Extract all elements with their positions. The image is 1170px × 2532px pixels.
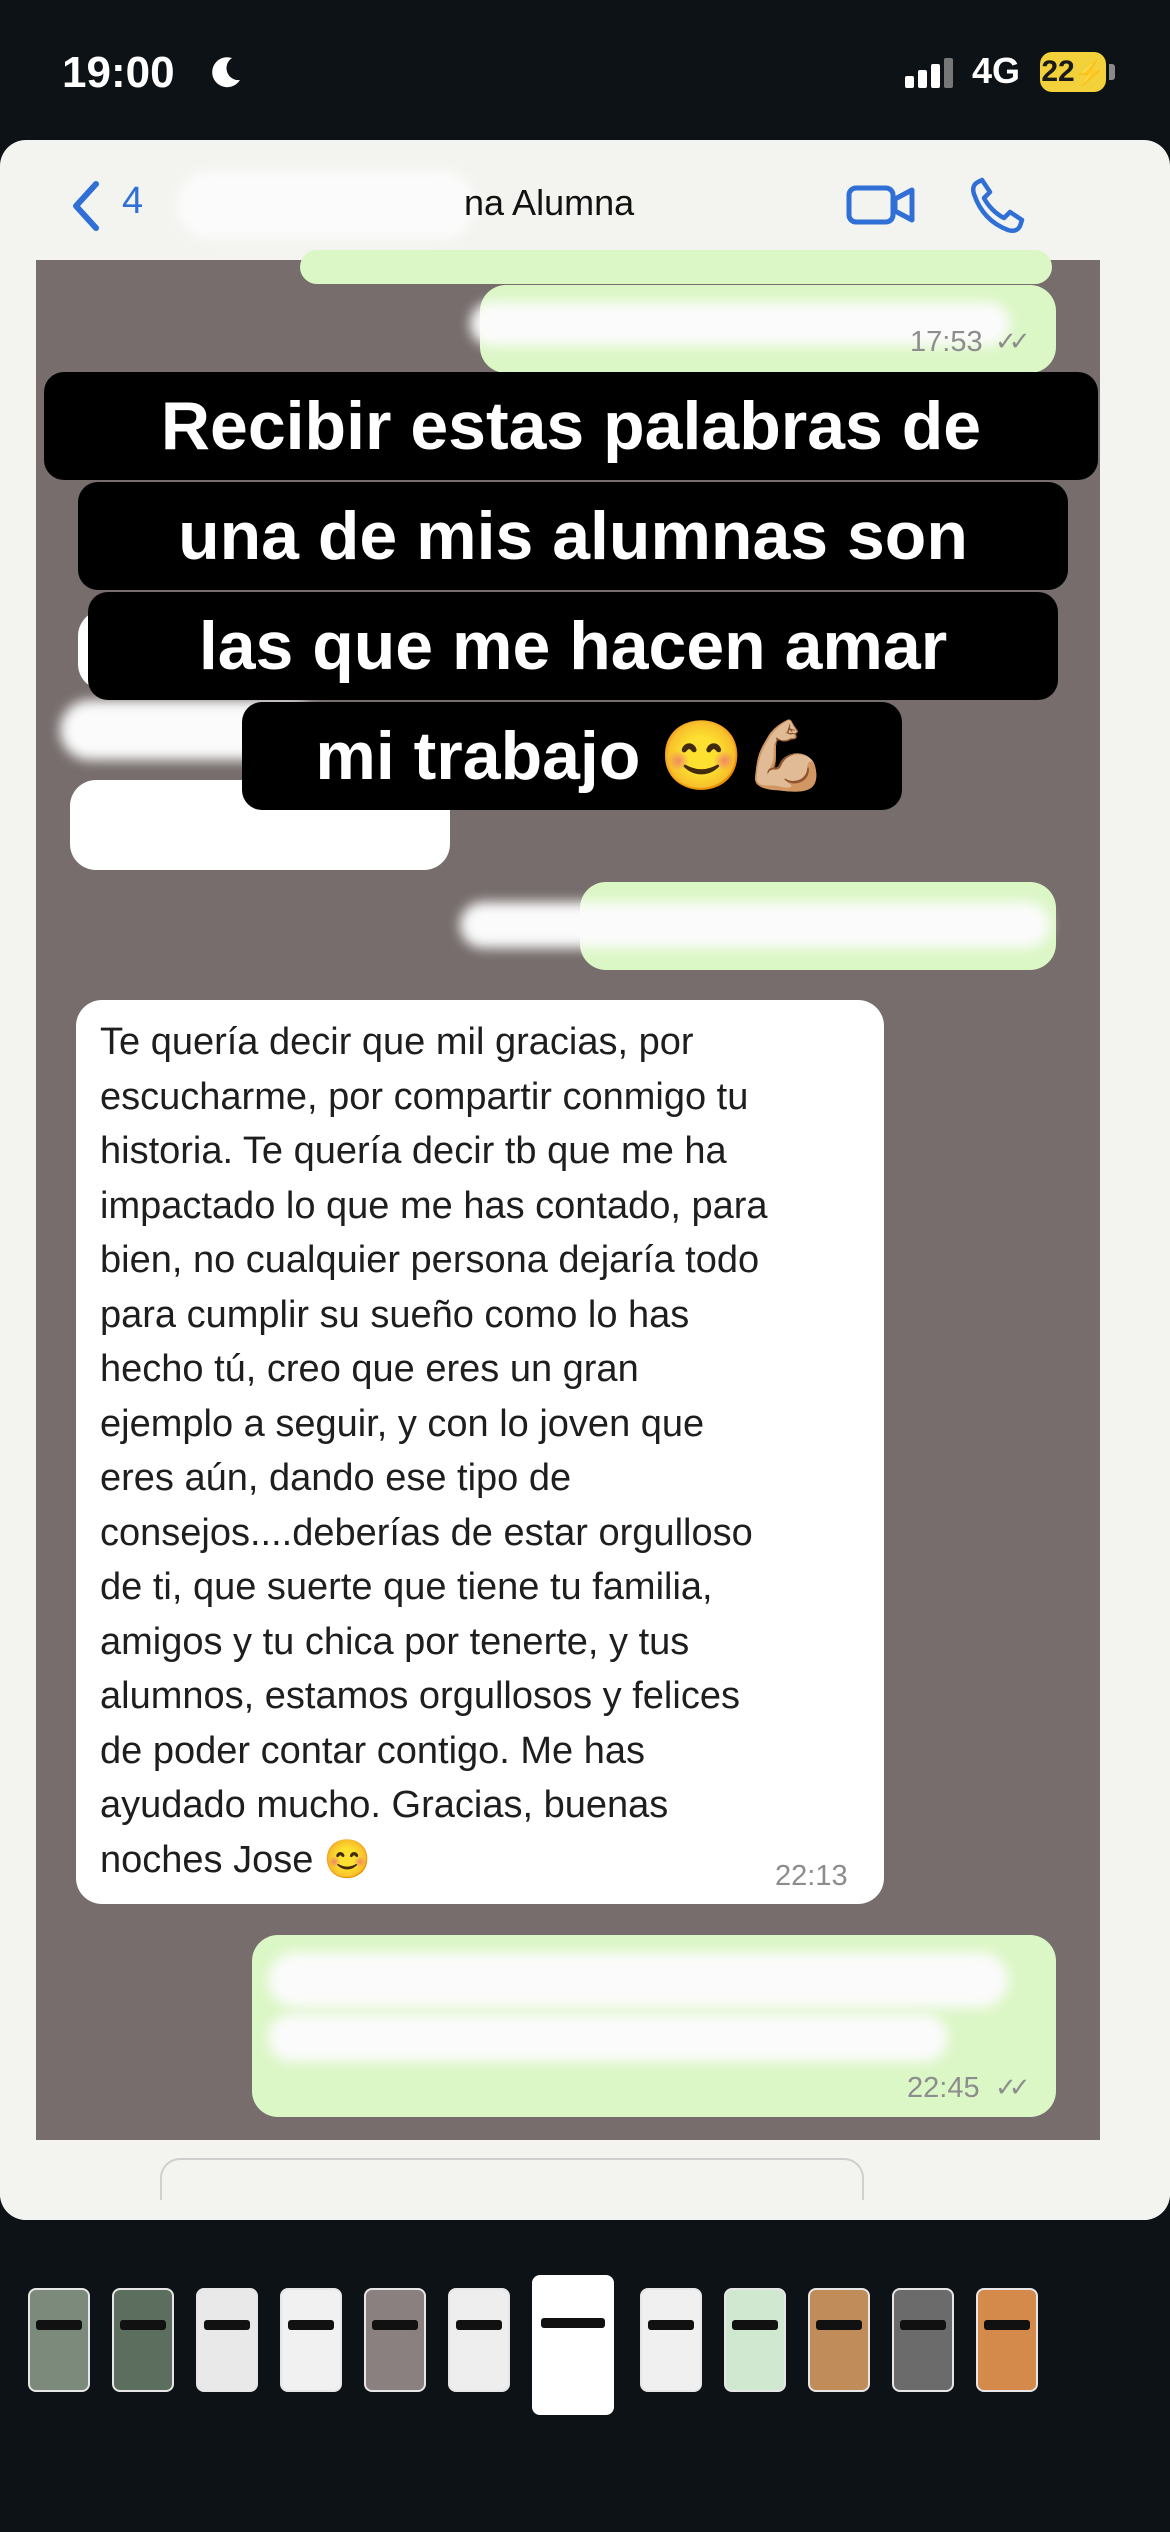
status-time: 19:00 — [62, 48, 175, 97]
story-thumbnail[interactable] — [976, 2288, 1038, 2392]
message-time: 17:53 — [910, 326, 983, 358]
contact-name[interactable]: na Alumna — [464, 182, 634, 224]
phone-icon[interactable] — [966, 176, 1026, 236]
message-bubble-partial[interactable] — [300, 250, 1052, 284]
story-thumbnail[interactable] — [280, 2288, 342, 2392]
story-thumbnail[interactable] — [532, 2275, 614, 2415]
message-input-bar[interactable] — [0, 2150, 1170, 2220]
overlay-text-line-2: una de mis alumnas son — [78, 482, 1068, 590]
overlay-text-line-3: las que me hacen amar — [88, 592, 1058, 700]
story-thumbnail[interactable] — [28, 2288, 90, 2392]
story-thumbnail[interactable] — [640, 2288, 702, 2392]
battery-nub — [1109, 64, 1115, 80]
story-thumbnail[interactable] — [448, 2288, 510, 2392]
battery-indicator: 22⚡ — [1040, 52, 1106, 92]
message-text: Te quería decir que mil gracias, por esc… — [100, 1021, 768, 1881]
chat-header: 4 na Alumna — [36, 140, 1100, 260]
screenshot-card: 4 na Alumna 17:53 ✓✓ Te quería decir que… — [0, 140, 1170, 2220]
redacted-avatar-name — [176, 170, 476, 240]
moon-icon — [212, 57, 240, 88]
unread-count[interactable]: 4 — [122, 180, 143, 223]
story-thumbnail[interactable] — [112, 2288, 174, 2392]
read-ticks-icon: ✓✓ — [995, 326, 1030, 356]
overlay-text-line-1: Recibir estas palabras de — [44, 372, 1098, 480]
story-thumbnail[interactable] — [724, 2288, 786, 2392]
message-time: 22:45 — [907, 2072, 980, 2104]
message-input-field[interactable] — [160, 2158, 864, 2200]
story-thumbnail[interactable] — [892, 2288, 954, 2392]
read-ticks-icon: ✓✓ — [995, 2072, 1030, 2102]
message-time: 22:13 — [775, 1860, 848, 1892]
redacted-text — [460, 902, 1050, 948]
story-thumbnail[interactable] — [364, 2288, 426, 2392]
story-thumbnail[interactable] — [196, 2288, 258, 2392]
video-camera-icon[interactable] — [846, 182, 916, 228]
network-type: 4G — [972, 50, 1021, 91]
battery-level: 22 — [1041, 55, 1075, 88]
redacted-text — [268, 2014, 948, 2062]
cellular-signal-icon — [905, 58, 957, 88]
redacted-text — [268, 1952, 1008, 2008]
story-thumbnail[interactable] — [808, 2288, 870, 2392]
chevron-left-icon[interactable] — [66, 176, 106, 236]
overlay-text-line-4: mi trabajo 😊💪🏼 — [242, 702, 902, 810]
